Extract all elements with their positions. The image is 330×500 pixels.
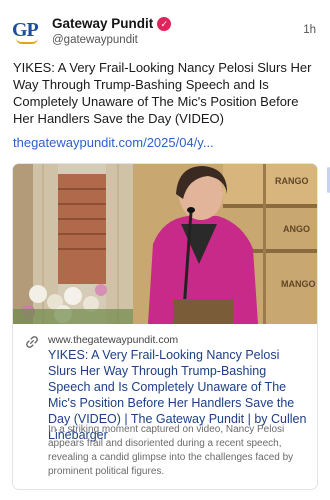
social-post: GP Gateway Pundit ✓ @gatewaypundit 1h YI… [0, 0, 330, 500]
avatar-smile-mark [16, 38, 38, 44]
link-icon [26, 336, 38, 348]
post-link[interactable]: thegatewaypundit.com/2025/04/y... [13, 135, 214, 150]
preview-photo: RANGO ANGO MANGO [13, 164, 317, 324]
link-preview-domain: www.thegatewaypundit.com [48, 334, 179, 346]
verified-badge-icon: ✓ [157, 16, 172, 31]
author-name[interactable]: Gateway Pundit [52, 16, 153, 31]
link-preview-description: In a striking moment captured on video, … [48, 424, 294, 477]
post-timestamp[interactable]: 1h [303, 24, 316, 36]
crate-text-1: RANGO [275, 176, 309, 186]
crate-text-3: MANGO [281, 279, 316, 289]
crate-text-2: ANGO [283, 224, 310, 234]
post-text: YIKES: A Very Frail-Looking Nancy Pelosi… [13, 60, 312, 126]
link-preview-card[interactable]: RANGO ANGO MANGO www.thegatewaypundit.co… [12, 163, 318, 490]
author-handle[interactable]: @gatewaypundit [52, 34, 138, 46]
post-header: GP Gateway Pundit ✓ @gatewaypundit 1h [12, 14, 320, 50]
avatar[interactable]: GP [12, 16, 42, 46]
author-name-row: Gateway Pundit ✓ [52, 16, 172, 31]
link-preview-image: RANGO ANGO MANGO [13, 164, 317, 324]
